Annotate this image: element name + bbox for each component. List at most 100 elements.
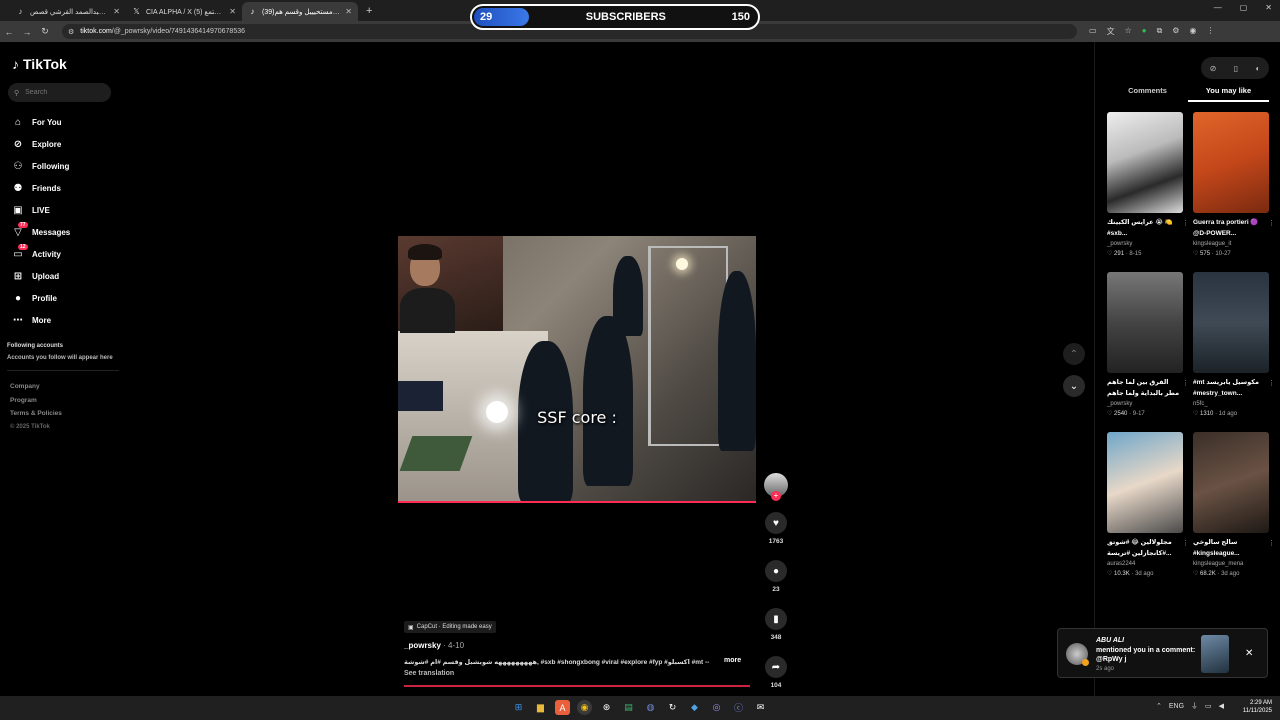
sidebar-item-more[interactable]: ⋯ More [12,309,70,331]
follow-plus-icon[interactable]: + [771,491,781,501]
profile-icon[interactable]: ◉ [1189,26,1196,37]
obs-icon[interactable]: ⊛ [599,700,614,715]
back-icon[interactable]: ← [0,27,18,37]
video-thumbnail[interactable] [1107,112,1183,213]
video-thumbnail[interactable] [1193,432,1269,533]
tab-you-may-like[interactable]: You may like [1188,86,1269,102]
sidebar-item-messages[interactable]: ▽ 77 Messages [12,221,70,243]
more-options-icon[interactable]: ⋮ [1182,379,1189,387]
terminal-icon[interactable]: ▤ [621,700,636,715]
sidebar-item-activity[interactable]: ▭ 12 Activity [12,243,70,265]
reload-icon[interactable]: ↻ [36,26,54,37]
like-button[interactable]: ♥ [765,512,787,534]
video-thumbnail[interactable] [1107,272,1183,373]
menu-icon[interactable]: ⋮ [1206,26,1214,37]
app-icon[interactable]: ◎ [709,700,724,715]
sidebar-item-friends[interactable]: ⚉ Friends [12,177,70,199]
footer-link-program[interactable]: Program [10,394,62,408]
search-input[interactable] [25,89,104,96]
share-button[interactable]: ➦ [765,656,787,678]
device-icon[interactable]: ▯ [1234,64,1238,73]
sidebar-item-live[interactable]: ▣ LIVE [12,199,70,221]
more-options-icon[interactable]: ⋮ [1268,379,1275,387]
app-icon[interactable]: ↻ [665,700,680,715]
comment-button[interactable]: ● [765,560,787,582]
sidebar-item-for-you[interactable]: ⌂ For You [12,111,70,133]
video-player[interactable]: SSF core : [398,236,756,503]
discord-icon[interactable]: ◍ [643,700,658,715]
close-icon[interactable]: ✕ [113,7,120,16]
minimize-icon[interactable]: — [1214,3,1222,12]
close-icon[interactable]: ✕ [1245,648,1253,659]
footer-link-terms[interactable]: Terms & Policies [10,407,62,421]
next-video-button[interactable]: ⌄ [1063,375,1085,397]
steam-icon[interactable]: ◆ [687,700,702,715]
capcut-tag[interactable]: ▣ CapCut · Editing made easy [404,621,496,633]
mic-icon[interactable]: ⏚ [1191,701,1198,711]
site-info-icon[interactable]: ⚙ [68,28,74,36]
bookmark-star-icon[interactable]: ☆ [1125,26,1132,37]
app-icon[interactable]: ⓒ [731,700,746,715]
app-icon[interactable]: A [555,700,570,715]
browser-tab-3[interactable]: ♪ (39)ق مستحيييل وقسم هم... ✕ [242,2,358,21]
forward-icon[interactable]: → [18,27,36,37]
see-translation-link[interactable]: See translation [404,670,454,677]
card-author[interactable]: n5fc_ [1193,399,1269,409]
more-options-icon[interactable]: ⋮ [1268,539,1275,547]
install-icon[interactable]: ▭ [1089,26,1097,37]
video-thumbnail[interactable] [1193,112,1269,213]
card-author[interactable]: auras2244 [1107,559,1183,569]
network-icon[interactable]: ▭ [1205,702,1212,710]
recommended-video-card[interactable]: الفرق بين لما جاهم مطر بالبداية ولما جاه… [1107,272,1189,419]
browser-tab-1[interactable]: ♪ القادح عبدالصمد القرشي قصص ✕ [10,2,126,21]
video-thumbnail[interactable] [1107,432,1183,533]
recommended-video-card[interactable]: مجلولالين 😂 #شوتق #كانجازلين #تريسة... au… [1107,432,1189,579]
card-author[interactable]: _powrsky [1107,239,1183,249]
translate-icon[interactable]: 文 [1107,26,1115,37]
recommended-video-card[interactable]: عرايس الكبينك 😭 🍋 #sxb... _powrsky ♡ 291 ·… [1107,112,1189,259]
sidebar-item-upload[interactable]: ⊞ Upload [12,265,70,287]
video-progress-bar[interactable] [398,501,756,503]
recommended-video-card[interactable]: #mt مكوسيل يابريسد #mestry_town... n5fc_ ♡… [1193,272,1275,419]
chevron-up-icon[interactable]: ⌃ [1156,702,1162,710]
chrome-icon[interactable]: ◉ [577,700,592,715]
volume-icon[interactable]: ◀ [1219,702,1224,710]
more-button[interactable]: more [724,657,741,664]
sidebar-item-following[interactable]: ⚇ Following [12,155,70,177]
new-tab-button[interactable]: + [366,5,372,17]
lang-indicator[interactable]: ENG [1169,703,1184,710]
search-box[interactable]: ⚲ [8,83,111,102]
folder-icon[interactable]: ▆ [533,700,548,715]
save-button[interactable]: ▮ [765,608,787,630]
user-avatar[interactable]: ◐ [1255,64,1260,73]
video-thumbnail[interactable] [1193,272,1269,373]
sidebar-item-profile[interactable]: ● Profile [12,287,70,309]
more-options-icon[interactable]: ⋮ [1268,219,1275,227]
maximize-icon[interactable]: ▢ [1240,3,1248,12]
sidebar-item-explore[interactable]: ⊘ Explore [12,133,70,155]
card-author[interactable]: kingsleague_mena [1193,559,1269,569]
card-author[interactable]: _powrsky [1107,399,1183,409]
recommended-video-card[interactable]: سالح سالوخي #kingsleague... kingsleague_m… [1193,432,1275,579]
extension-icon[interactable]: ● [1142,26,1147,37]
previous-video-button[interactable]: ⌃ [1063,343,1085,365]
more-options-icon[interactable]: ⋮ [1182,219,1189,227]
app-icon[interactable]: ✉ [753,700,768,715]
windows-start-icon[interactable]: ⊞ [511,700,526,715]
mention-notification[interactable]: ABU ALI mentioned you in a comment: @RpW… [1057,628,1268,678]
browser-tab-2[interactable]: 𝕏 CIA ALPHA / X (5) المجتمع ✕ [126,2,242,21]
close-window-icon[interactable]: ✕ [1265,3,1272,12]
video-author-line[interactable]: _powrsky · 4-10 [404,641,464,650]
close-icon[interactable]: ✕ [229,7,236,16]
author-avatar[interactable]: + [764,473,788,501]
coin-icon[interactable]: ⊘ [1210,64,1217,73]
extensions-icon[interactable]: ⚙ [1172,26,1179,37]
puzzle-icon[interactable]: ⧉ [1157,26,1163,37]
footer-link-company[interactable]: Company [10,380,62,394]
close-icon[interactable]: ✕ [345,7,352,16]
tiktok-logo[interactable]: ♪ TikTok [12,56,67,72]
more-options-icon[interactable]: ⋮ [1182,539,1189,547]
tab-comments[interactable]: Comments [1107,86,1188,102]
recommended-video-card[interactable]: Guerra tra portieri 🟣 @D-POWER... kingsle… [1193,112,1275,259]
card-author[interactable]: kingsleague_it [1193,239,1269,249]
